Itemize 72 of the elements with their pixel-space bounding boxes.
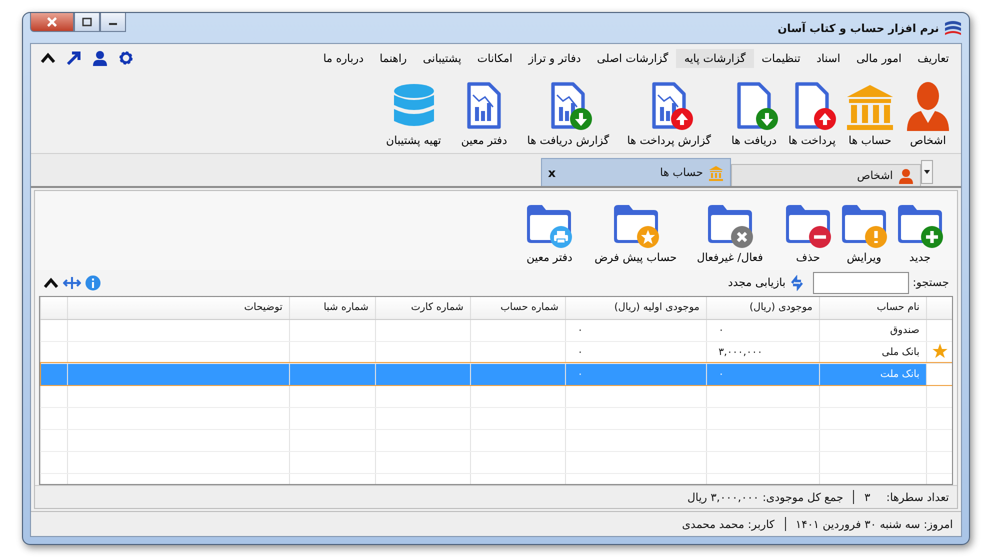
settings-icon[interactable] (118, 50, 134, 66)
arrow-icon[interactable] (66, 50, 82, 66)
table-cell-text: ۳,۰۰۰,۰۰۰ (718, 346, 764, 358)
date-text: امروز: سه شنبه ۳۰ فروردین ۱۴۰۱ (796, 518, 953, 530)
search-label: جستجو: (912, 276, 949, 290)
column-header[interactable]: نام حساب (819, 296, 926, 320)
ribbon-button[interactable]: دفتر معین (457, 81, 512, 147)
search-field[interactable] (812, 272, 909, 294)
column-header[interactable]: شماره حساب (470, 296, 565, 320)
ribbon-button[interactable]: حساب ها (843, 81, 897, 147)
table-cell-text: ۰ (576, 346, 584, 358)
table-cell-text: ۰ (576, 368, 584, 380)
ribbon-button[interactable]: دریافت ها (727, 81, 781, 147)
toolbar-button[interactable]: دفتر معین (522, 203, 576, 264)
caret-up-icon[interactable] (40, 50, 56, 66)
menu-item[interactable]: اسناد (808, 48, 848, 68)
maximize-icon (81, 17, 93, 27)
toolbar-button[interactable]: جدید (893, 203, 947, 264)
user-icon[interactable] (92, 50, 108, 66)
menu-item[interactable]: راهنما (372, 48, 415, 68)
person-icon (898, 168, 914, 184)
tab[interactable]: اشخاص (731, 164, 921, 186)
row-count-label: تعداد سطرها: (886, 490, 949, 504)
bank-icon (708, 164, 724, 180)
table-cell-text: ۰ (718, 324, 725, 336)
table-cell: صندوق (890, 324, 920, 336)
app-icon (944, 20, 962, 36)
window-title: نرم افزار حساب و کتاب آسان (778, 22, 939, 34)
info-icon[interactable] (85, 274, 101, 291)
table-cell: بانک ملت (880, 368, 920, 380)
column-header[interactable]: موجودی اولیه (ریال) (565, 296, 706, 320)
column-header[interactable]: شماره شبا (289, 296, 375, 320)
toolbar-button[interactable]: ویرایش (837, 203, 891, 264)
total-balance: جمع کل موجودی: ۳,۰۰۰,۰۰۰ ریال (687, 490, 844, 504)
menu-item[interactable]: امور مالی (848, 48, 910, 68)
folder-alert-icon (839, 203, 889, 250)
ribbon-button[interactable]: تهیه پشتیبان (384, 81, 444, 147)
column-header[interactable]: موجودی (ریال) (706, 296, 819, 320)
close-icon (45, 17, 59, 27)
menu-item[interactable]: تعاریف (910, 48, 957, 68)
dropdown-button[interactable] (921, 160, 933, 184)
ribbon-button[interactable]: گزارش پرداخت ها (625, 81, 713, 147)
menu-item[interactable]: پشتیبانی (414, 48, 470, 68)
toolbar-button[interactable]: حساب پیش فرض (592, 203, 679, 264)
close-button[interactable] (30, 13, 74, 32)
table-cell-text: ۰ (576, 324, 584, 336)
folder-plus-icon (895, 203, 945, 250)
reload-button[interactable]: بازیابی مجدد (724, 274, 809, 291)
row-count: ۳ (864, 490, 870, 504)
column-header[interactable]: توضیحات (68, 296, 289, 320)
maximize-button[interactable] (74, 13, 100, 32)
menu-item[interactable]: گزارشات اصلی (588, 48, 676, 68)
menu-item[interactable]: تنظیمات (754, 48, 808, 68)
refresh-icon (788, 274, 805, 291)
toolbar-button[interactable]: حذف (781, 203, 835, 264)
column-header[interactable]: شماره کارت (375, 296, 470, 320)
menu-item[interactable]: گزارشات پایه (676, 48, 754, 68)
ribbon-button[interactable]: اشخاص (901, 81, 955, 147)
folder-minus-icon (783, 203, 833, 250)
table-cell-text: ۰ (718, 368, 725, 380)
menu-item[interactable]: امکانات (469, 48, 520, 68)
minimize-button[interactable] (100, 13, 126, 32)
toolbar-button[interactable]: فعال/ غیرفعال (694, 203, 765, 264)
resize-horizontal-icon[interactable] (63, 274, 81, 291)
ribbon-button[interactable]: پرداخت ها (785, 81, 839, 147)
table-cell: بانک ملی (882, 346, 920, 358)
folder-printer-icon (524, 203, 574, 250)
user-text: کاربر: محمد محمدی (682, 518, 775, 530)
menu-item[interactable]: دفاتر و تراز (520, 48, 589, 68)
close-tab-button[interactable]: x (548, 166, 556, 180)
menu-item[interactable]: درباره ما (315, 48, 372, 68)
ribbon-button[interactable]: گزارش دریافت ها (525, 81, 612, 147)
